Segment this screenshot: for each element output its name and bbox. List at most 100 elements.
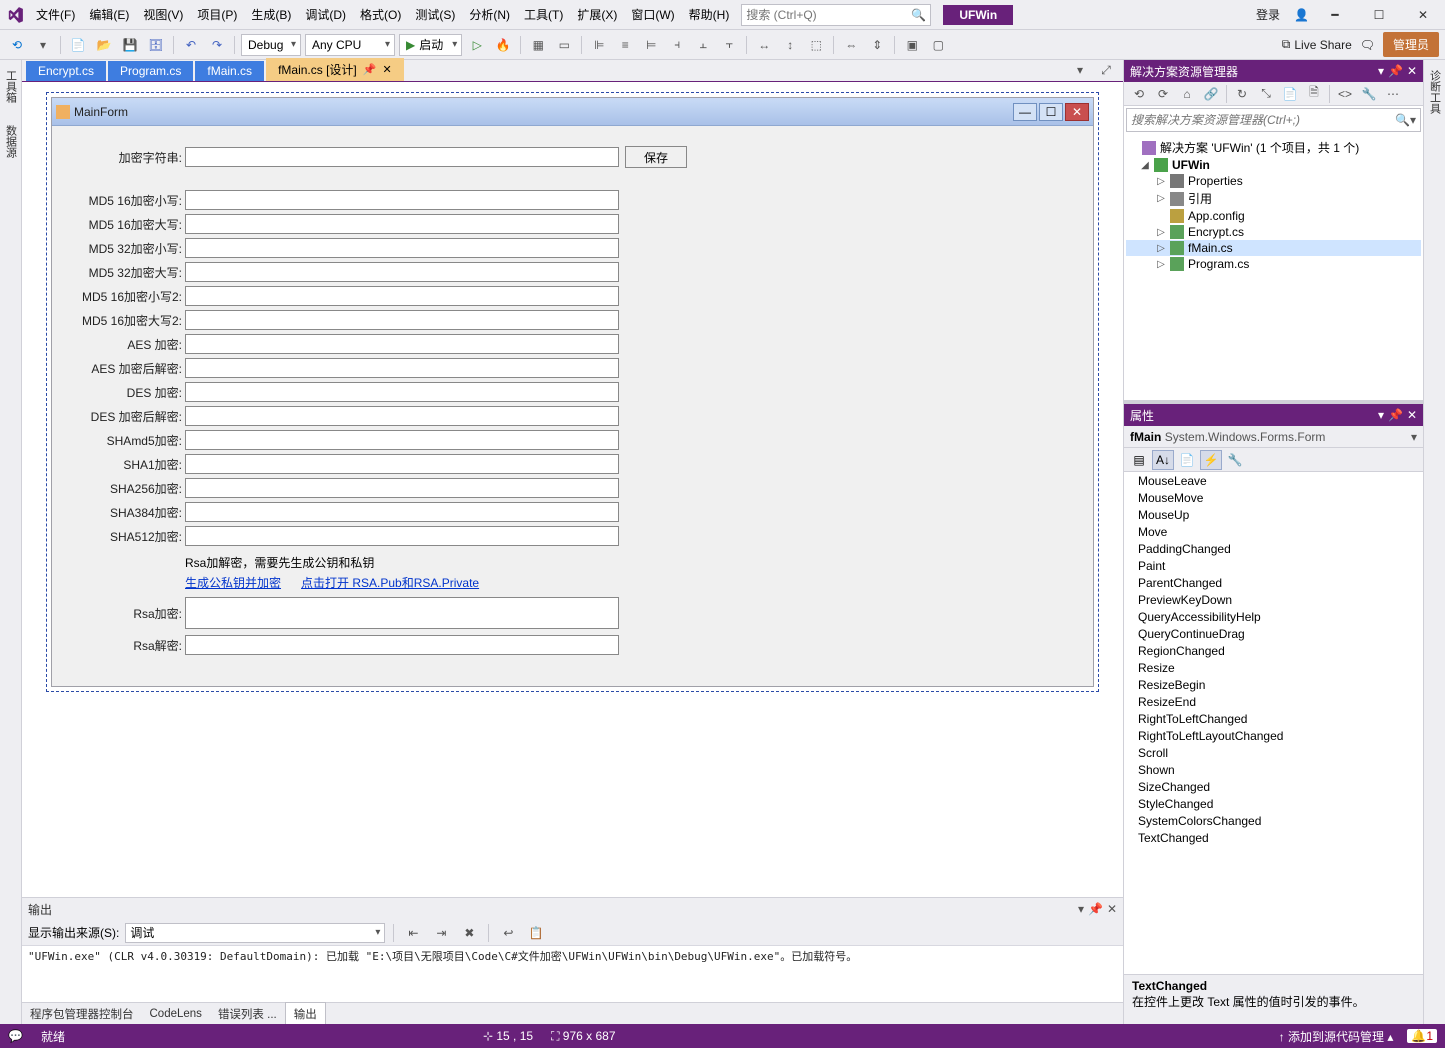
- node-appconfig[interactable]: App.config: [1188, 209, 1245, 223]
- start-debug-button[interactable]: ▶启动: [399, 34, 462, 56]
- evt-item[interactable]: SizeChanged: [1124, 778, 1423, 795]
- sol-code-icon[interactable]: <>: [1334, 83, 1356, 105]
- evt-item[interactable]: PaddingChanged: [1124, 540, 1423, 557]
- evt-item[interactable]: Paint: [1124, 557, 1423, 574]
- gen-keys-link[interactable]: 生成公私钥并加密: [185, 576, 281, 590]
- sol-home-icon[interactable]: ⌂: [1176, 83, 1198, 105]
- source-control-button[interactable]: ↑ 添加到源代码管理 ▴: [1279, 1028, 1394, 1045]
- prop-events-icon[interactable]: ⚡: [1200, 450, 1222, 470]
- same-width-icon[interactable]: ↔: [753, 34, 775, 56]
- form-selection[interactable]: MainForm — ☐ ✕ 加密字符串:保存 MD5 16加密小写: MD5 …: [46, 92, 1099, 692]
- menu-analyze[interactable]: 分析(N): [463, 2, 516, 27]
- config-combo[interactable]: Debug: [241, 34, 301, 56]
- node-references[interactable]: 引用: [1188, 190, 1212, 207]
- input-md516u2[interactable]: [185, 310, 619, 330]
- input-md516u[interactable]: [185, 214, 619, 234]
- menu-tools[interactable]: 工具(T): [518, 2, 569, 27]
- live-share-button[interactable]: ⧉ Live Share: [1282, 37, 1352, 52]
- layout-snap-icon[interactable]: ▭: [553, 34, 575, 56]
- same-height-icon[interactable]: ↕: [779, 34, 801, 56]
- doc-dropdown-icon[interactable]: ▾: [1069, 59, 1091, 81]
- evt-item[interactable]: StyleChanged: [1124, 795, 1423, 812]
- evt-item[interactable]: ParentChanged: [1124, 574, 1423, 591]
- panel-pin-icon[interactable]: 📌: [1088, 902, 1103, 916]
- sol-wrench-icon[interactable]: 🔧: [1358, 83, 1380, 105]
- sol-collapse-icon[interactable]: ⤡: [1255, 83, 1277, 105]
- evt-item[interactable]: QueryAccessibilityHelp: [1124, 608, 1423, 625]
- sol-pin-icon[interactable]: 📌: [1388, 64, 1403, 78]
- vspace-equal-icon[interactable]: ⇕: [866, 34, 888, 56]
- input-rsaenc[interactable]: [185, 597, 619, 629]
- tab-fmain-design[interactable]: fMain.cs [设计] 📌 ✕: [266, 58, 404, 81]
- input-desenc[interactable]: [185, 382, 619, 402]
- designer-surface[interactable]: MainForm — ☐ ✕ 加密字符串:保存 MD5 16加密小写: MD5 …: [22, 82, 1123, 897]
- panel-close-icon[interactable]: ✕: [1107, 902, 1117, 916]
- solution-tree[interactable]: 解决方案 'UFWin' (1 个项目，共 1 个) ◢UFWin ▷Prope…: [1124, 134, 1423, 400]
- tab-fmain[interactable]: fMain.cs: [195, 61, 264, 81]
- input-desdec[interactable]: [185, 406, 619, 426]
- tab-program[interactable]: Program.cs: [108, 61, 193, 81]
- menu-format[interactable]: 格式(O): [354, 2, 407, 27]
- input-md516l2[interactable]: [185, 286, 619, 306]
- evt-item[interactable]: PreviewKeyDown: [1124, 591, 1423, 608]
- input-shamd5[interactable]: [185, 430, 619, 450]
- align-bottom-icon[interactable]: ⫟: [718, 34, 740, 56]
- align-top-icon[interactable]: ⫞: [666, 34, 688, 56]
- design-form[interactable]: MainForm — ☐ ✕ 加密字符串:保存 MD5 16加密小写: MD5 …: [51, 97, 1094, 687]
- output-list-icon[interactable]: 📋: [525, 922, 547, 944]
- same-size-icon[interactable]: ⬚: [805, 34, 827, 56]
- evt-item[interactable]: Shown: [1124, 761, 1423, 778]
- output-wrap-icon[interactable]: ↩: [497, 922, 519, 944]
- project-node[interactable]: UFWin: [1172, 158, 1210, 172]
- input-sha512[interactable]: [185, 526, 619, 546]
- node-encrypt[interactable]: Encrypt.cs: [1188, 225, 1244, 239]
- sol-showall-icon[interactable]: 📄: [1279, 83, 1301, 105]
- sol-close-icon[interactable]: ✕: [1407, 64, 1417, 78]
- menu-file[interactable]: 文件(F): [30, 2, 81, 27]
- nav-fwd-icon[interactable]: ▾: [32, 34, 54, 56]
- feedback-icon[interactable]: 🗨: [1360, 38, 1375, 52]
- solution-search[interactable]: 🔍▾: [1126, 108, 1421, 132]
- align-middle-icon[interactable]: ⫠: [692, 34, 714, 56]
- start-without-debug-icon[interactable]: ▷: [466, 34, 488, 56]
- nav-back-icon[interactable]: ⟲: [6, 34, 28, 56]
- menu-window[interactable]: 窗口(W): [625, 2, 680, 27]
- bring-front-icon[interactable]: ▣: [901, 34, 923, 56]
- solution-header[interactable]: 解决方案资源管理器 ▾📌✕: [1124, 60, 1423, 82]
- undo-icon[interactable]: ↶: [180, 34, 202, 56]
- solution-root[interactable]: 解决方案 'UFWin' (1 个项目，共 1 个): [1160, 139, 1359, 156]
- menu-view[interactable]: 视图(V): [137, 2, 189, 27]
- sol-refresh-icon[interactable]: ↻: [1231, 83, 1253, 105]
- save-all-icon[interactable]: 🗄: [145, 34, 167, 56]
- evt-item[interactable]: TextChanged: [1124, 829, 1423, 846]
- bt-errorlist[interactable]: 错误列表 ...: [210, 1003, 285, 1025]
- align-right-icon[interactable]: ⊨: [640, 34, 662, 56]
- sol-dropdown-icon[interactable]: ▾: [1378, 64, 1384, 78]
- toolbox-tab[interactable]: 工具箱: [1, 66, 21, 107]
- node-properties[interactable]: Properties: [1188, 174, 1243, 188]
- sign-in-link[interactable]: 登录: [1250, 2, 1286, 27]
- evt-item[interactable]: Resize: [1124, 659, 1423, 676]
- hspace-equal-icon[interactable]: ⇔: [840, 34, 862, 56]
- global-search-input[interactable]: [746, 8, 911, 22]
- datasources-tab[interactable]: 数据源: [1, 121, 21, 162]
- output-header[interactable]: 输出 ▾ 📌 ✕: [22, 898, 1123, 920]
- node-program[interactable]: Program.cs: [1188, 257, 1249, 271]
- prop-categorized-icon[interactable]: ▤: [1128, 450, 1150, 470]
- prop-dropdown-icon[interactable]: ▾: [1378, 408, 1384, 422]
- input-md516l[interactable]: [185, 190, 619, 210]
- sol-back-icon[interactable]: ⟲: [1128, 83, 1150, 105]
- maximize-button[interactable]: ☐: [1361, 2, 1397, 28]
- evt-item[interactable]: MouseMove: [1124, 489, 1423, 506]
- user-icon[interactable]: 👤: [1294, 8, 1309, 22]
- menu-extensions[interactable]: 扩展(X): [571, 2, 623, 27]
- sol-properties-icon[interactable]: 🗎: [1303, 83, 1325, 105]
- open-keys-link[interactable]: 点击打开 RSA.Pub和RSA.Private: [301, 576, 479, 590]
- sol-more-icon[interactable]: ⋯: [1382, 83, 1404, 105]
- prop-pin-icon[interactable]: 📌: [1388, 408, 1403, 422]
- input-rsadec[interactable]: [185, 635, 619, 655]
- evt-item[interactable]: Move: [1124, 523, 1423, 540]
- input-md532u[interactable]: [185, 262, 619, 282]
- send-back-icon[interactable]: ▢: [927, 34, 949, 56]
- evt-item[interactable]: ResizeBegin: [1124, 676, 1423, 693]
